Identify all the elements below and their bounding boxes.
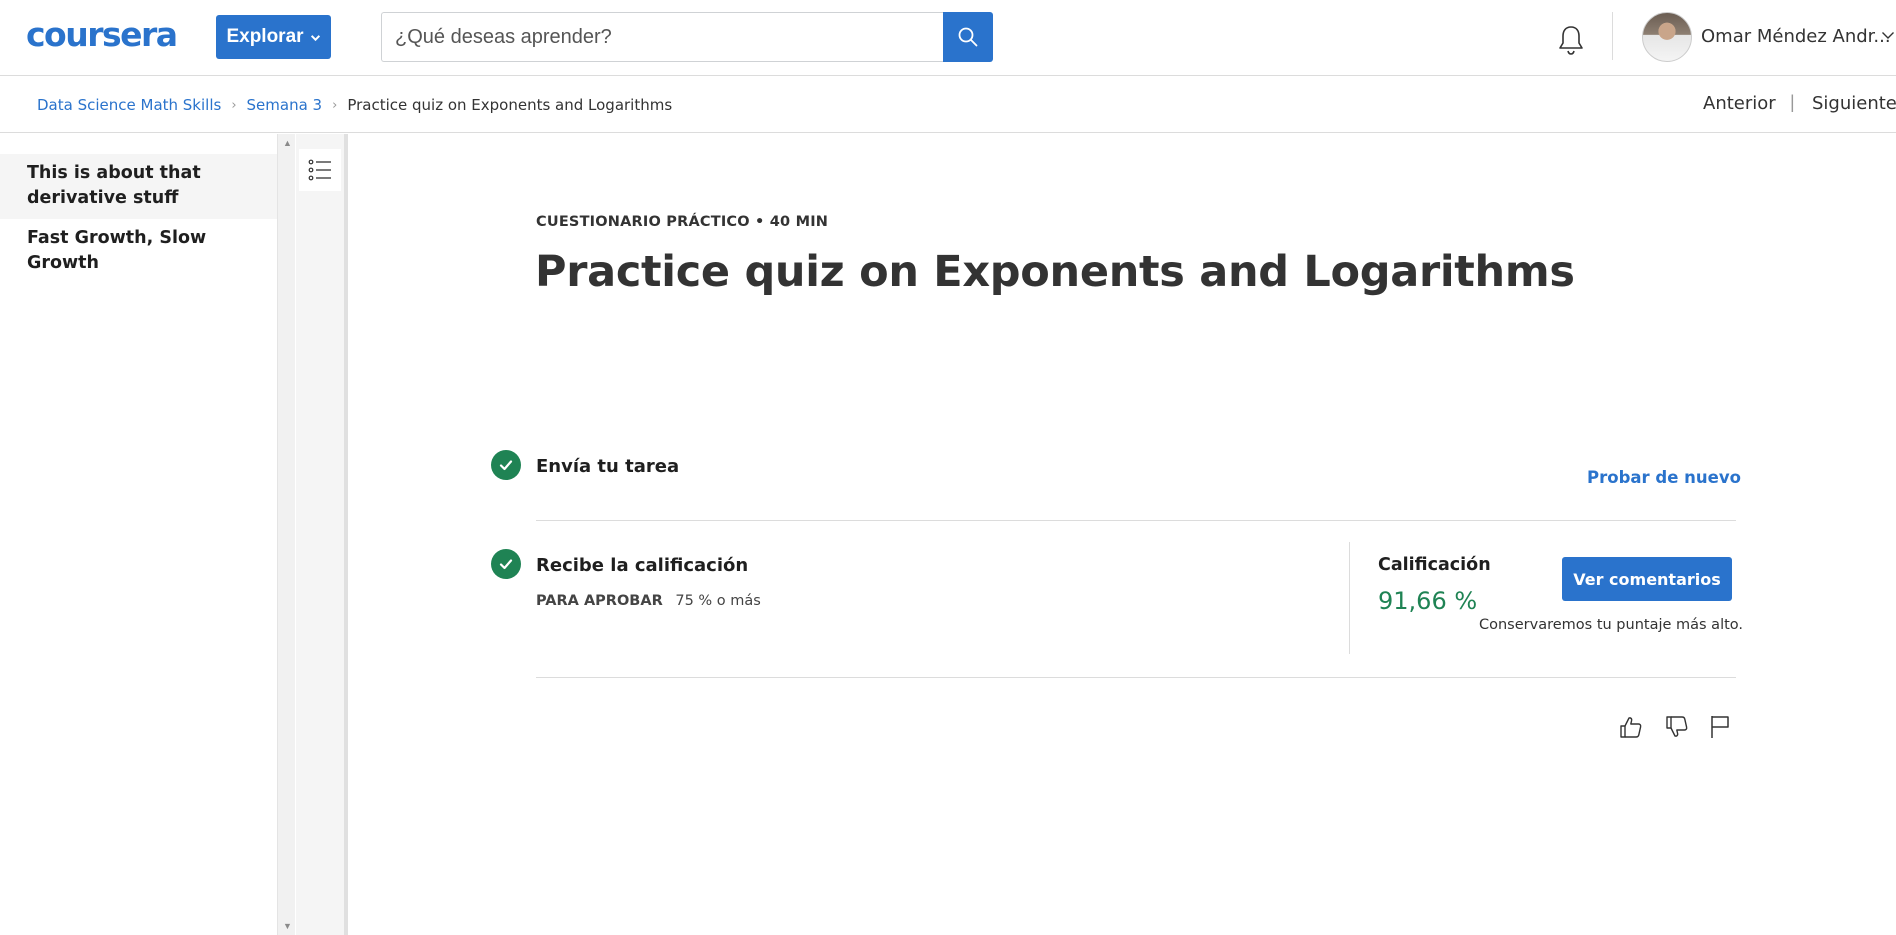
explore-button-label: Explorar [226, 26, 304, 47]
breadcrumb-bar: Data Science Math Skills › Semana 3 › Pr… [0, 77, 1896, 133]
flag-icon [1711, 716, 1729, 738]
report-button[interactable] [1705, 712, 1735, 742]
breadcrumb-separator-icon: › [332, 97, 338, 113]
thumbs-up-icon [1620, 717, 1642, 738]
divider [536, 677, 1736, 678]
view-feedback-button[interactable]: Ver comentarios [1562, 557, 1732, 601]
submit-step-title: Envía tu tarea [536, 456, 680, 477]
user-name[interactable]: Omar Méndez Andr... [1701, 26, 1891, 47]
next-link[interactable]: Siguiente [1812, 93, 1896, 114]
grade-value: 91,66 % [1378, 587, 1478, 615]
breadcrumb-current: Practice quiz on Exponents and Logarithm… [347, 96, 673, 114]
check-icon [491, 549, 521, 579]
thumbs-down-icon [1666, 716, 1688, 737]
like-button[interactable] [1616, 712, 1646, 742]
page-title: Practice quiz on Exponents and Logarithm… [535, 247, 1575, 297]
previous-link[interactable]: Anterior [1703, 93, 1776, 114]
nav-separator: | [1790, 92, 1795, 112]
passing-label: PARA APROBAR [536, 593, 663, 609]
item-type-label: CUESTIONARIO PRÁCTICO • 40 MIN [536, 214, 829, 230]
breadcrumb-link-week[interactable]: Semana 3 [247, 96, 323, 114]
scroll-down-icon[interactable]: ▼ [283, 921, 292, 931]
top-header: coursera Explorar Omar Méndez Andr... [0, 0, 1896, 76]
avatar[interactable] [1642, 12, 1692, 62]
search-icon [958, 27, 978, 47]
sidebar-item-fast-growth[interactable]: Fast Growth, Slow Growth [0, 226, 277, 284]
scroll-up-icon[interactable]: ▲ [283, 138, 292, 148]
bell-icon[interactable] [1553, 22, 1589, 58]
search-field[interactable] [381, 12, 943, 62]
chevron-down-icon [310, 34, 320, 41]
sidebar-item-derivative[interactable]: This is about that derivative stuff [0, 154, 277, 219]
toc-toggle-button[interactable] [299, 149, 341, 191]
dislike-button[interactable] [1662, 712, 1692, 742]
explore-button[interactable]: Explorar [216, 15, 331, 59]
divider [536, 520, 1736, 521]
search-input[interactable] [395, 25, 943, 49]
try-again-link[interactable]: Probar de nuevo [1587, 468, 1741, 487]
toc-strip [296, 134, 348, 935]
course-sidebar: This is about that derivative stuff Fast… [0, 134, 277, 935]
list-icon [308, 159, 331, 181]
chevron-down-icon[interactable] [1881, 28, 1895, 42]
passing-requirement: PARA APROBAR 75 % o más [536, 593, 761, 609]
search-button[interactable] [943, 12, 993, 62]
passing-value: 75 % o más [675, 593, 761, 609]
sidebar-scrollbar[interactable]: ▲ ▼ [277, 134, 295, 935]
breadcrumb-separator-icon: › [231, 97, 237, 113]
grade-step-title: Recibe la calificación [536, 555, 749, 576]
check-icon [491, 450, 521, 480]
coursera-logo[interactable]: coursera [26, 17, 178, 53]
highest-score-note: Conservaremos tu puntaje más alto. [1479, 617, 1744, 633]
grade-label: Calificación [1378, 555, 1491, 575]
breadcrumb-link-course[interactable]: Data Science Math Skills [37, 96, 221, 114]
vertical-divider [1349, 542, 1350, 654]
header-divider [1612, 12, 1613, 60]
breadcrumb: Data Science Math Skills › Semana 3 › Pr… [37, 96, 672, 114]
